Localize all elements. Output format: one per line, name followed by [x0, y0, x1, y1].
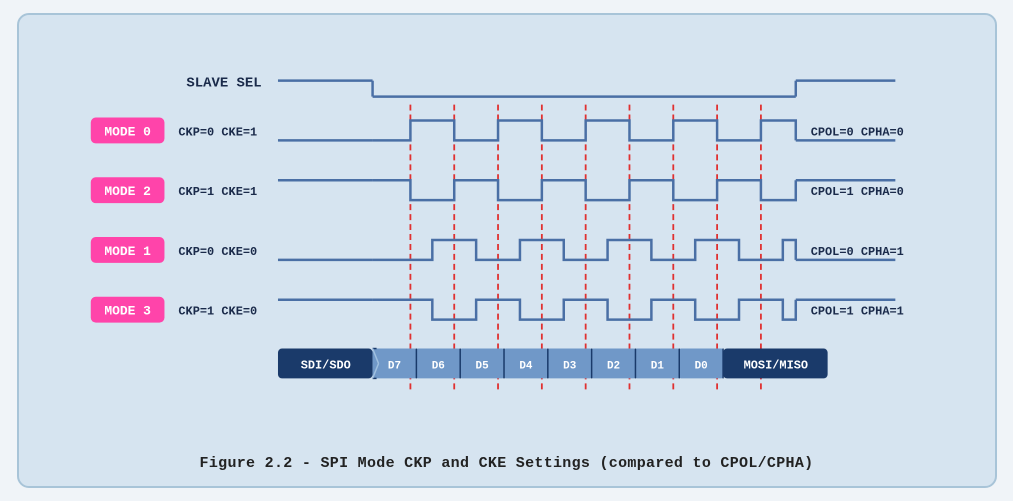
svg-text:CPOL=1 CPHA=0: CPOL=1 CPHA=0	[810, 185, 903, 199]
svg-text:MOSI/MISO: MOSI/MISO	[743, 358, 807, 372]
svg-text:MODE 2: MODE 2	[104, 184, 151, 199]
diagram-area: SLAVE SEL MODE 0	[39, 33, 975, 445]
svg-text:CKP=0 CKE=1: CKP=0 CKE=1	[178, 125, 257, 139]
svg-text:D6: D6	[431, 360, 444, 372]
svg-text:D5: D5	[475, 360, 488, 372]
svg-text:CPOL=0 CPHA=0: CPOL=0 CPHA=0	[810, 125, 903, 139]
svg-text:D0: D0	[694, 360, 707, 372]
figure-caption: Figure 2.2 - SPI Mode CKP and CKE Settin…	[200, 455, 814, 472]
svg-text:SDI/SDO: SDI/SDO	[300, 358, 350, 372]
svg-text:CPOL=1 CPHA=1: CPOL=1 CPHA=1	[810, 305, 903, 319]
svg-text:D4: D4	[519, 360, 533, 372]
svg-text:CKP=1 CKE=1: CKP=1 CKE=1	[178, 185, 257, 199]
svg-text:D7: D7	[387, 360, 400, 372]
svg-text:D3: D3	[563, 360, 577, 372]
outer-container: SLAVE SEL MODE 0	[17, 13, 997, 488]
svg-text:CPOL=0 CPHA=1: CPOL=0 CPHA=1	[810, 245, 903, 259]
svg-text:D2: D2	[606, 360, 619, 372]
svg-text:MODE 0: MODE 0	[104, 124, 151, 139]
svg-text:CKP=0 CKE=0: CKP=0 CKE=0	[178, 245, 257, 259]
svg-text:CKP=1 CKE=0: CKP=1 CKE=0	[178, 305, 257, 319]
svg-text:MODE 3: MODE 3	[104, 304, 151, 319]
svg-text:D1: D1	[650, 360, 664, 372]
slave-sel-label: SLAVE SEL	[186, 76, 261, 92]
svg-text:MODE 1: MODE 1	[104, 244, 151, 259]
